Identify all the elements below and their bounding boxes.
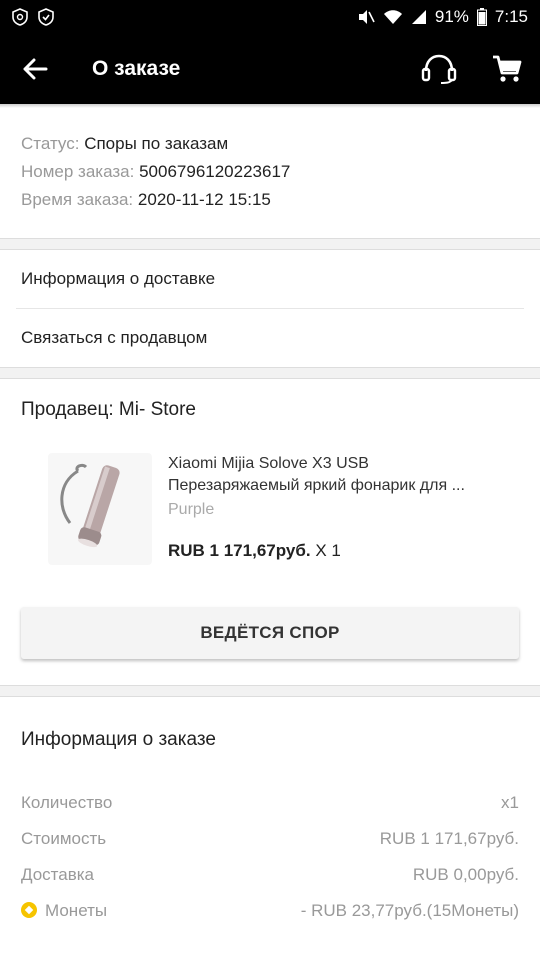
shipping-value: RUB 0,00руб. — [412, 865, 519, 884]
page-title: О заказе — [92, 57, 181, 80]
coins-value: - RUB 23,77руб.(15Монеты) — [300, 901, 519, 920]
order-info-title: Информация о заказе — [21, 729, 216, 750]
seller-name[interactable]: Продавец: Mi- Store — [0, 379, 540, 427]
status-bar: 91% 7:15 — [0, 0, 540, 34]
headset-support-icon[interactable] — [420, 53, 458, 85]
product-name-line1: Xiaomi Mijia Solove X3 USB — [168, 455, 369, 472]
seller-label: Продавец: Mi- Store — [21, 399, 196, 420]
dispute-button[interactable]: ВЕДЁТСЯ СПОР — [21, 607, 519, 659]
product-price-row: RUB 1 171,67руб. X 1 — [168, 541, 519, 561]
battery-percent: 91% — [434, 7, 469, 26]
order-info-row: Количество x1 — [0, 785, 540, 821]
delivery-info-label: Информация о доставке — [21, 269, 216, 288]
app-bar: О заказе — [0, 34, 540, 104]
cost-label: Стоимость — [21, 829, 107, 848]
shipping-label: Доставка — [21, 865, 95, 884]
order-info-row: Доставка RUB 0,00руб. — [0, 857, 540, 893]
back-arrow-icon[interactable] — [22, 58, 48, 80]
signal-icon — [411, 10, 426, 24]
product-item[interactable]: Xiaomi Mijia Solove X3 USB Перезаряжаемы… — [0, 427, 540, 565]
shield-check-icon — [38, 8, 54, 26]
quantity-label: Количество — [21, 793, 113, 812]
section-divider — [0, 685, 540, 697]
product-image[interactable] — [48, 453, 152, 565]
contact-seller-label: Связаться с продавцом — [21, 328, 208, 347]
flashlight-image — [60, 463, 120, 548]
section-divider — [0, 238, 540, 250]
quantity-value: x1 — [501, 793, 519, 812]
order-time-label: Время заказа: — [21, 190, 134, 209]
battery-icon — [476, 8, 487, 26]
status-label: Статус: — [21, 134, 80, 153]
shield-notification-icon — [12, 8, 28, 26]
order-time-value: 2020-11-12 15:15 — [137, 190, 271, 209]
order-number-value: 5006796120223617 — [139, 162, 291, 181]
wifi-icon — [383, 10, 402, 24]
product-name-line2: Перезаряжаемый яркий фонарик для ... — [168, 477, 465, 494]
status-value: Споры по заказам — [84, 134, 229, 153]
cart-icon[interactable] — [492, 55, 522, 83]
order-info-row: Стоимость RUB 1 171,67руб. — [0, 821, 540, 857]
section-divider — [0, 367, 540, 379]
order-info-row: Монеты - RUB 23,77руб.(15Монеты) — [0, 893, 540, 929]
order-summary: Статус: Споры по заказам Номер заказа: 5… — [0, 108, 540, 238]
cost-value: RUB 1 171,67руб. — [379, 829, 519, 848]
product-qty: X 1 — [315, 541, 341, 560]
coin-icon — [21, 902, 37, 918]
product-variant: Purple — [168, 501, 215, 518]
product-price: RUB 1 171,67руб. — [168, 541, 311, 560]
delivery-info-link[interactable]: Информация о доставке — [0, 250, 540, 308]
order-number-label: Номер заказа: — [21, 162, 135, 181]
coins-label: Монеты — [45, 901, 108, 920]
clock: 7:15 — [494, 7, 528, 26]
mute-icon — [358, 10, 375, 24]
contact-seller-link[interactable]: Связаться с продавцом — [0, 309, 540, 367]
